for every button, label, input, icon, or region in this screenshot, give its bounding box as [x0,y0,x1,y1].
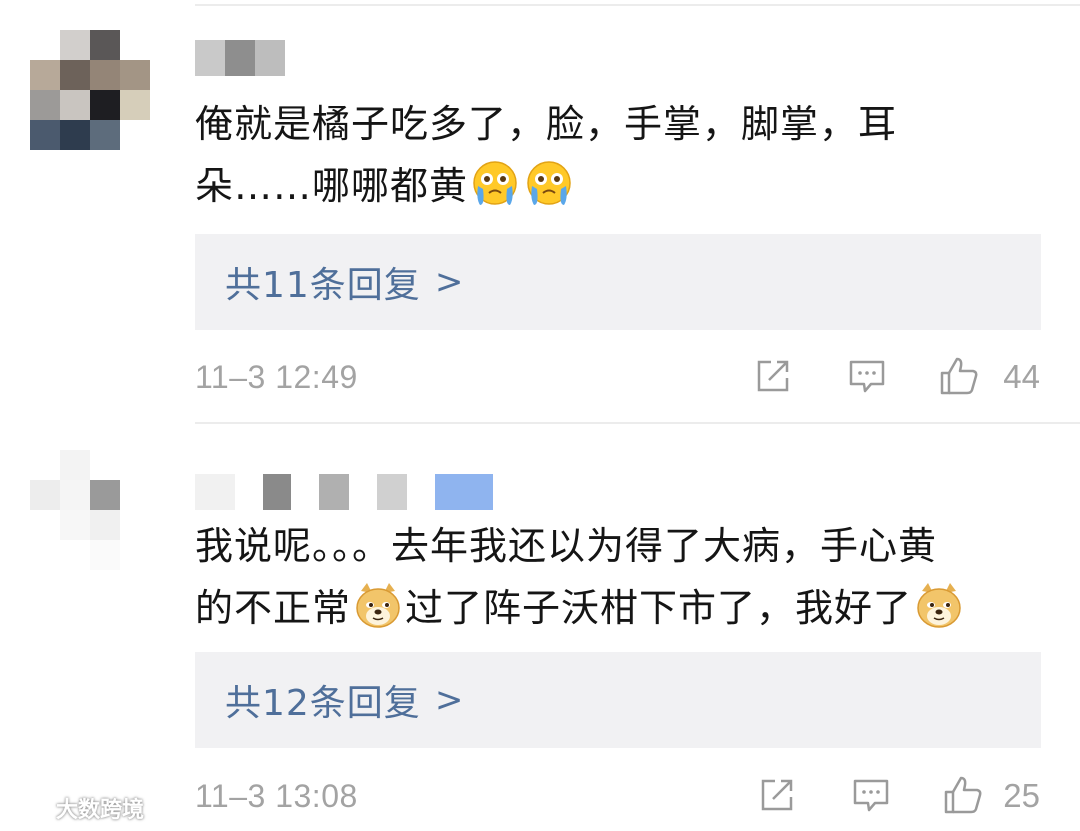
timestamp: 11–3 12:49 [195,359,358,395]
timestamp: 11–3 13:08 [195,778,358,814]
share-icon[interactable] [751,354,795,398]
crying-face-emoji-icon [524,159,574,209]
doge-emoji-icon [914,581,964,631]
comment-item: 我说呢。。。去年我还以为得了大病，手心黄 的不正常 过了阵子沃柑下市了，我好了 共… [0,420,1080,831]
comment-text-segment: 的不正常 [195,586,352,630]
avatar[interactable] [30,30,150,150]
view-replies-button[interactable]: 共11条回复 > [195,234,1041,330]
comment-text-line: 朵……哪哪都黄 [195,155,1055,217]
reply-count-label: 共11条回复 [225,265,421,306]
comment-text: 我说呢。。。去年我还以为得了大病，手心黄 的不正常 过了阵子沃柑下市了，我好了 [195,515,1055,639]
watermark-text: 大数跨境 [56,798,145,823]
comment-text-line: 的不正常 过了阵子沃柑下市了，我好了 [195,577,1055,639]
comment-text: 俺就是橘子吃多了，脸，手掌，脚掌，耳 朵……哪哪都黄 [195,93,1055,217]
view-replies-button[interactable]: 共12条回复 > [195,652,1041,748]
avatar[interactable] [30,450,150,570]
comment-meta: 11–3 12:49 44 [195,352,1040,402]
share-icon[interactable] [755,773,799,817]
crying-face-emoji-icon [470,159,520,209]
like-icon[interactable] [937,354,981,398]
chevron-right-icon: > [434,262,464,302]
like-count: 44 [1003,358,1040,395]
comment-text-segment: 朵……哪哪都黄 [195,164,469,208]
reply-count-label: 共12条回复 [225,683,421,724]
chevron-right-icon: > [434,680,464,720]
username-redacted[interactable] [195,40,285,76]
like-count: 25 [1003,777,1040,814]
username-redacted[interactable] [195,474,493,510]
comment-text-line: 俺就是橘子吃多了，脸，手掌，脚掌，耳 [195,102,898,146]
comment-text-segment: 过了阵子沃柑下市了，我好了 [405,586,913,630]
comment-meta: 11–3 13:08 25 [195,771,1040,821]
doge-emoji-icon [353,581,403,631]
comment-icon[interactable] [849,773,893,817]
like-icon[interactable] [941,773,985,817]
comment-item: 俺就是橘子吃多了，脸，手掌，脚掌，耳 朵……哪哪都黄 共11条回复 > 11–3… [0,0,1080,420]
watermark-logo-icon [7,797,50,819]
watermark: 大数跨境 [6,792,144,824]
comment-icon[interactable] [845,354,889,398]
comment-text-line: 我说呢。。。去年我还以为得了大病，手心黄 [195,524,938,568]
